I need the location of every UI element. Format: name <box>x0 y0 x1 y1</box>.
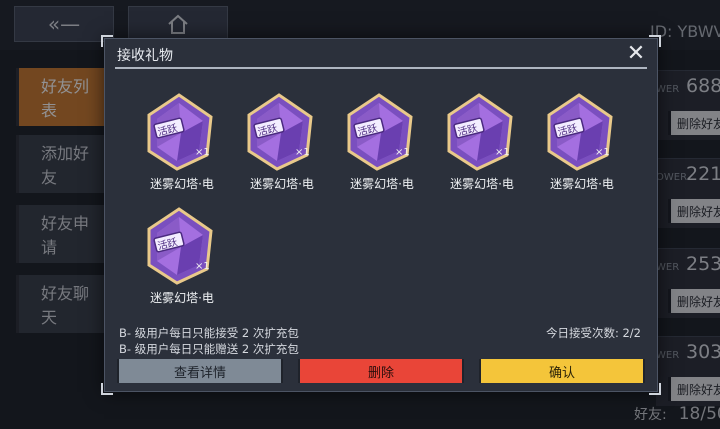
gift-item[interactable]: 活跃 ×1 迷雾幻塔·电 <box>535 91 619 195</box>
gift-items-grid: 活跃 ×1 迷雾幻塔·电 活跃 ×1 迷雾幻塔·电 活跃 ×1 迷雾幻塔·电 活跃 ×1 迷雾幻塔·电… <box>135 91 655 321</box>
corner-decoration <box>101 35 113 47</box>
item-name: 迷雾幻塔·电 <box>550 177 614 191</box>
item-quantity: ×1 <box>495 147 510 158</box>
confirm-button[interactable]: 确认 <box>479 359 645 383</box>
crystal-icon: 活跃 <box>547 93 613 171</box>
item-name: 迷雾幻塔·电 <box>150 291 214 305</box>
delete-button[interactable]: 删除 <box>298 359 464 383</box>
item-name: 迷雾幻塔·电 <box>150 177 214 191</box>
gift-item[interactable]: 活跃 ×1 迷雾幻塔·电 <box>135 91 219 195</box>
crystal-icon: 活跃 <box>447 93 513 171</box>
item-quantity: ×1 <box>195 147 210 158</box>
item-quantity: ×1 <box>195 261 210 272</box>
receive-gift-dialog: 接收礼物 ✕ 活跃 ×1 迷雾幻塔·电 活跃 ×1 迷雾幻塔·电 活跃 ×1 迷雾幻塔·电 活跃 ×… <box>101 35 661 395</box>
item-name: 迷雾幻塔·电 <box>250 177 314 191</box>
gift-item[interactable]: 活跃 ×1 迷雾幻塔·电 <box>435 91 519 195</box>
crystal-icon: 活跃 <box>147 207 213 285</box>
title-divider <box>115 67 647 69</box>
item-name: 迷雾幻塔·电 <box>350 177 414 191</box>
crystal-icon: 活跃 <box>247 93 313 171</box>
daily-receive-count: 今日接受次数: 2/2 <box>545 326 641 340</box>
corner-decoration <box>649 35 661 47</box>
close-icon[interactable]: ✕ <box>625 43 647 65</box>
gift-item[interactable]: 活跃 ×1 迷雾幻塔·电 <box>235 91 319 195</box>
item-quantity: ×1 <box>295 147 310 158</box>
item-quantity: ×1 <box>595 147 610 158</box>
item-quantity: ×1 <box>395 147 410 158</box>
crystal-icon: 活跃 <box>347 93 413 171</box>
dialog-title: 接收礼物 <box>117 48 173 64</box>
receive-limit-rule: B- 级用户每日只能接受 2 次扩充包 <box>119 326 299 340</box>
item-name: 迷雾幻塔·电 <box>450 177 514 191</box>
view-details-button[interactable]: 查看详情 <box>117 359 283 383</box>
gift-item[interactable]: 活跃 ×1 迷雾幻塔·电 <box>335 91 419 195</box>
send-limit-rule: B- 级用户每日只能赠送 2 次扩充包 <box>119 342 299 356</box>
gift-item[interactable]: 活跃 ×1 迷雾幻塔·电 <box>135 205 219 309</box>
corner-decoration <box>101 383 113 395</box>
corner-decoration <box>649 383 661 395</box>
crystal-icon: 活跃 <box>147 93 213 171</box>
